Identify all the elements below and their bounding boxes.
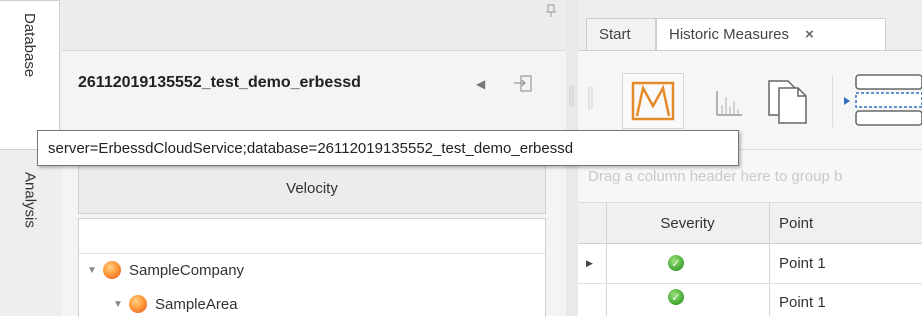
severity-ok-icon: ✓ (668, 289, 684, 305)
spectrum-button[interactable] (714, 87, 744, 117)
velocity-header-label: Velocity (286, 179, 338, 197)
chevron-down-icon[interactable]: ▼ (87, 265, 103, 276)
database-panel-header (62, 0, 566, 51)
close-icon[interactable]: × (805, 26, 814, 43)
tree-item-label: SampleArea (155, 295, 238, 313)
database-title: 26112019135552_test_demo_erbessd (78, 74, 361, 91)
document-tab-bar: Start Historic Measures × (578, 0, 922, 51)
current-row-indicator-icon: ▶ (586, 258, 593, 268)
column-header-point-label: Point (779, 214, 814, 232)
hierarchy-tree: ▼ SampleCompany ▼ SampleArea (78, 218, 546, 317)
side-tab-database[interactable]: Database (0, 0, 60, 150)
expand-panel-icon[interactable] (512, 73, 534, 95)
layout-icon (844, 74, 922, 126)
side-tab-database-label: Database (21, 13, 38, 78)
chevron-down-icon[interactable]: ▼ (113, 299, 129, 310)
connection-tooltip: server=ErbessdCloudService;database=2611… (37, 130, 739, 166)
velocity-header[interactable]: Velocity (78, 162, 546, 214)
group-by-hint: Drag a column header here to group b (588, 168, 843, 185)
ribbon-separator (832, 75, 833, 127)
copy-pages-button[interactable] (766, 75, 810, 127)
copy-pages-icon (768, 80, 807, 124)
point-cell: Point 1 (779, 293, 826, 311)
orange-orb-icon (129, 295, 147, 313)
spectrum-icon (716, 91, 742, 116)
column-header-point[interactable]: Point (779, 203, 919, 243)
tree-item-label: SampleCompany (129, 261, 245, 279)
side-tab-analysis-label: Analysis (21, 172, 39, 228)
column-header-severity[interactable]: Severity (606, 203, 769, 243)
orange-orb-icon (103, 261, 121, 279)
tab-historic-measures[interactable]: Historic Measures × (656, 18, 886, 50)
tab-start-label: Start (599, 26, 631, 43)
severity-ok-icon: ✓ (668, 255, 684, 271)
tab-historic-measures-label: Historic Measures (669, 26, 790, 43)
pin-icon[interactable] (546, 4, 556, 21)
table-row[interactable]: ▶ ✓ Point 1 (578, 244, 922, 283)
tab-start[interactable]: Start (586, 18, 656, 50)
side-tab-analysis[interactable]: Analysis (0, 172, 60, 252)
layout-button[interactable] (842, 71, 922, 131)
connection-tooltip-text: server=ErbessdCloudService;database=2611… (48, 139, 574, 157)
chevron-left-icon[interactable]: ◀ (476, 77, 485, 91)
column-header-severity-label: Severity (660, 214, 715, 232)
tree-item[interactable]: ▼ SampleCompany (87, 261, 244, 279)
point-cell: Point 1 (779, 255, 826, 272)
measure-chart-icon (631, 81, 675, 121)
tree-item[interactable]: ▼ SampleArea (113, 295, 238, 313)
measure-chart-button[interactable] (622, 73, 684, 129)
tree-filter-row[interactable] (79, 219, 545, 254)
table-row[interactable]: ✓ Point 1 (578, 284, 922, 316)
